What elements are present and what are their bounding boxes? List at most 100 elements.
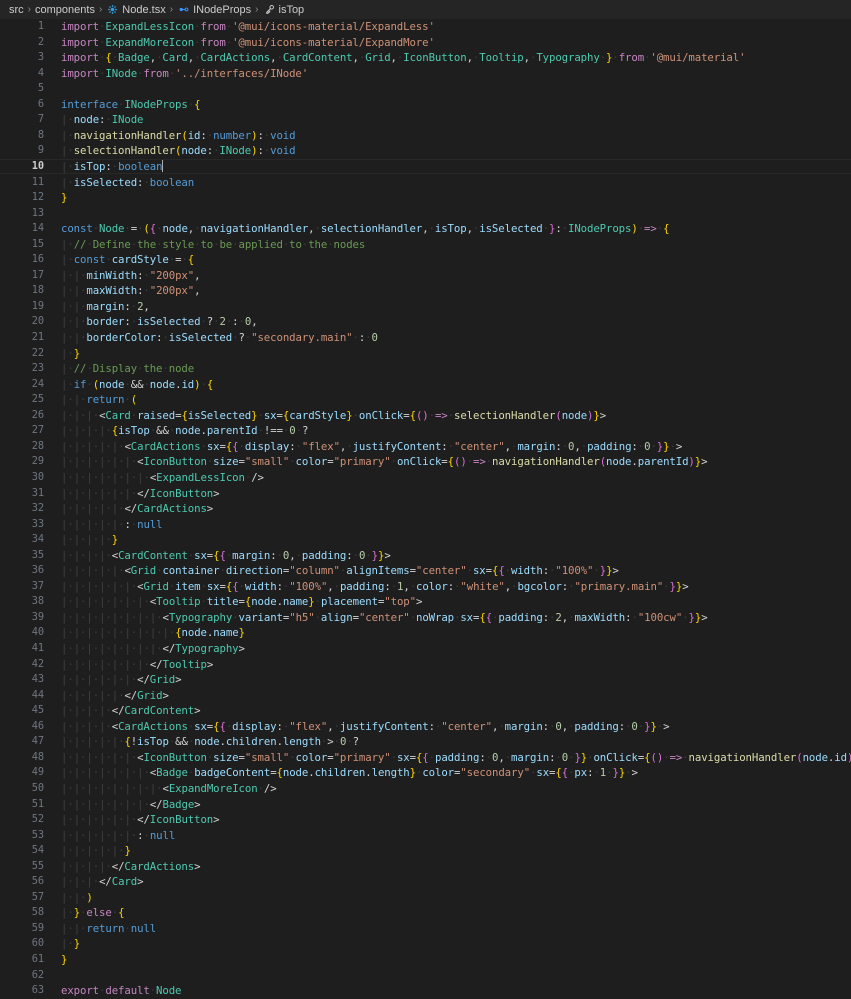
line-number: 33 — [31, 517, 44, 530]
breadcrumb-item-src[interactable]: src — [9, 4, 24, 16]
code-line[interactable]: 54 |·|·|·|·|·} — [0, 843, 851, 859]
code-line[interactable]: 3 import·{·Badge,·Card,·CardActions,·Card… — [0, 50, 851, 66]
code-line[interactable]: 51 |·|·|·|·|·|·|·</Badge> — [0, 797, 851, 813]
code-line[interactable]: 4 import·INode·from·'../interfaces/INode' — [0, 66, 851, 82]
code-line[interactable]: 46 |·|·|·|·<CardActions·sx={{·display:·"f… — [0, 719, 851, 735]
code-line[interactable]: 36 |·|·|·|·|·<Grid·container·direction="c… — [0, 563, 851, 579]
code-line[interactable]: 6 interface·INodeProps·{ — [0, 97, 851, 113]
code-line[interactable]: 45 |·|·|·|·</CardContent> — [0, 703, 851, 719]
line-number: 1 — [37, 20, 44, 32]
code-line[interactable]: 15 |·//·Define·the·style·to·be·applied·to… — [0, 237, 851, 253]
code-text: interface·INodeProps·{ — [61, 97, 201, 111]
code-line[interactable]: 58 |·}·else·{ — [0, 905, 851, 921]
code-line[interactable]: 17 |·|·minWidth:·"200px", — [0, 268, 851, 284]
code-text: |·|·|·|·|·|·<Grid·item·sx={{·width:·"100… — [61, 579, 689, 593]
code-line[interactable]: 39 |·|·|·|·|·|·|·|·<Typography·variant="h… — [0, 610, 851, 626]
code-line[interactable]: 40 |·|·|·|·|·|·|·|·|·{node.name} — [0, 625, 851, 641]
code-line[interactable]: 30 |·|·|·|·|·|·|·<ExpandLessIcon·/> — [0, 470, 851, 486]
code-line[interactable]: 12} — [0, 190, 851, 206]
code-line[interactable]: 26 |·|·|·<Card·raised={isSelected}·sx={ca… — [0, 408, 851, 424]
code-text: |·|·minWidth:·"200px", — [61, 268, 201, 282]
code-line[interactable]: 49 |·|·|·|·|·|·|·<Badge·badgeContent={nod… — [0, 765, 851, 781]
line-number: 5 — [37, 82, 44, 95]
code-line[interactable]: 34 |·|·|·|·} — [0, 532, 851, 548]
code-text: |·|·margin:·2, — [61, 299, 150, 313]
line-number: 21 — [31, 331, 44, 343]
code-line[interactable]: 24 |·if·(node·&&·node.id)·{ — [0, 377, 851, 393]
code-line[interactable]: 33 |·|·|·|·|·:·null — [0, 517, 851, 533]
code-line[interactable]: 28 |·|·|·|·|·<CardActions·sx={{·display:·… — [0, 439, 851, 455]
code-line[interactable]: 47 |·|·|·|·|·{!isTop·&&·node.children.len… — [0, 734, 851, 750]
code-line[interactable]: 57 |·|·) — [0, 890, 851, 906]
text-cursor — [161, 159, 163, 172]
code-line[interactable]: 52 |·|·|·|·|·|·</IconButton> — [0, 812, 851, 828]
line-number: 50 — [31, 781, 44, 794]
code-line[interactable]: 48 |·|·|·|·|·|·<IconButton·size="small"·c… — [0, 750, 851, 766]
code-line[interactable]: 43 |·|·|·|·|·|·</Grid> — [0, 672, 851, 688]
code-line[interactable]: 27 |·|·|·|·{isTop·&&·node.parentId·!==·0·… — [0, 423, 851, 439]
code-text: |·|·return·null — [61, 921, 157, 935]
code-line[interactable]: 2 import·ExpandMoreIcon·from·'@mui/icons-… — [0, 35, 851, 51]
code-text: |·|·|·|·|·|·|·|·<Typography·variant="h5"… — [61, 610, 708, 624]
code-line[interactable]: 56 |·|·|·</Card> — [0, 874, 851, 890]
line-number: 9 — [37, 144, 44, 157]
code-editor[interactable]: 1 import·ExpandLessIcon·from·'@mui/icons-… — [0, 19, 851, 999]
code-text: import·INode·from·'../interfaces/INode' — [61, 66, 309, 80]
code-line[interactable]: 50 |·|·|·|·|·|·|·|·<ExpandMoreIcon·/> — [0, 781, 851, 797]
code-line[interactable]: 5 — [0, 81, 851, 97]
line-number: 11 — [31, 175, 44, 188]
code-line[interactable]: 41 |·|·|·|·|·|·|·|·</Typography> — [0, 641, 851, 657]
code-line[interactable]: 14 const·Node·=·({·node,·navigationHandle… — [0, 221, 851, 237]
code-text: |·|·|·|·|·|·</IconButton> — [61, 813, 220, 827]
code-line[interactable]: 13 — [0, 206, 851, 222]
code-line[interactable]: 9 |·selectionHandler(node:·INode):·void — [0, 143, 851, 159]
code-line[interactable]: 44 |·|·|·|·|·</Grid> — [0, 688, 851, 704]
code-line[interactable]: 21 |·|·borderColor:·isSelected·?·"seconda… — [0, 330, 851, 346]
code-line[interactable]: 62 — [0, 968, 851, 984]
breadcrumb-item-node-tsx[interactable]: Node.tsx — [106, 3, 166, 16]
code-line[interactable]: 53 |·|·|·|·|·|·:·null — [0, 828, 851, 844]
code-line[interactable]: 29 |·|·|·|·|·|·<IconButton·size="small"·c… — [0, 454, 851, 470]
code-line[interactable]: 23 |·//·Display·the·node — [0, 361, 851, 377]
code-line[interactable]: 1 import·ExpandLessIcon·from·'@mui/icons-… — [0, 19, 851, 35]
code-line[interactable]: 8 |·navigationHandler(id:·number):·void — [0, 128, 851, 144]
code-line[interactable]: 32 |·|·|·|·|·</CardActions> — [0, 501, 851, 517]
code-line[interactable]: 10 |·isTop:·boolean — [0, 159, 851, 175]
code-line[interactable]: 38 |·|·|·|·|·|·|·<Tooltip·title={node.nam… — [0, 594, 851, 610]
react-component-icon — [106, 3, 119, 16]
code-text: |·} — [61, 937, 81, 951]
code-text: import·{·Badge,·Card,·CardActions,·CardC… — [61, 51, 746, 65]
code-line[interactable]: 25 |·|·return·( — [0, 392, 851, 408]
code-line[interactable]: 31 |·|·|·|·|·|·</IconButton> — [0, 486, 851, 502]
breadcrumb-item-inodeprops[interactable]: INodeProps — [177, 3, 251, 16]
code-line[interactable]: 16 |·const·cardStyle·=·{ — [0, 252, 851, 268]
line-number: 48 — [31, 750, 44, 763]
code-line[interactable]: 20 |·|·border:·isSelected·?·2·:·0, — [0, 314, 851, 330]
code-text: import·ExpandMoreIcon·from·'@mui/icons-m… — [61, 35, 435, 49]
code-line[interactable]: 59 |·|·return·null — [0, 921, 851, 937]
code-line[interactable]: 35 |·|·|·|·<CardContent·sx={{·margin:·0,·… — [0, 548, 851, 564]
code-line[interactable]: 7 |·node:·INode — [0, 112, 851, 128]
code-line[interactable]: 37 |·|·|·|·|·|·<Grid·item·sx={{·width:·"1… — [0, 579, 851, 595]
code-line[interactable]: 19 |·|·margin:·2, — [0, 299, 851, 315]
code-text: |·} — [61, 346, 81, 360]
code-text: |·|·|·|·|·|·|·<Tooltip·title={node.name}… — [61, 595, 423, 609]
code-line[interactable]: 60 |·} — [0, 936, 851, 952]
breadcrumb-item-components[interactable]: components — [35, 4, 95, 16]
code-line[interactable]: 22 |·} — [0, 346, 851, 362]
code-line[interactable]: 55 |·|·|·|·</CardActions> — [0, 859, 851, 875]
code-text: |·isTop:·boolean — [61, 159, 163, 173]
breadcrumb-item-istop[interactable]: isTop — [263, 3, 304, 16]
line-number: 47 — [31, 735, 44, 748]
code-line[interactable]: 18 |·|·maxWidth:·"200px", — [0, 283, 851, 299]
line-number: 44 — [31, 688, 44, 701]
code-line[interactable]: 42 |·|·|·|·|·|·|·</Tooltip> — [0, 657, 851, 673]
line-number: 55 — [31, 859, 44, 872]
code-line[interactable]: 11 |·isSelected:·boolean — [0, 175, 851, 191]
code-line[interactable]: 61} — [0, 952, 851, 968]
line-number: 51 — [31, 797, 44, 810]
line-number: 15 — [31, 237, 44, 250]
code-text: |·|·|·|·|·</Grid> — [61, 688, 169, 702]
code-text: |·isSelected:·boolean — [61, 175, 195, 189]
code-line[interactable]: 63 export·default·Node — [0, 983, 851, 999]
